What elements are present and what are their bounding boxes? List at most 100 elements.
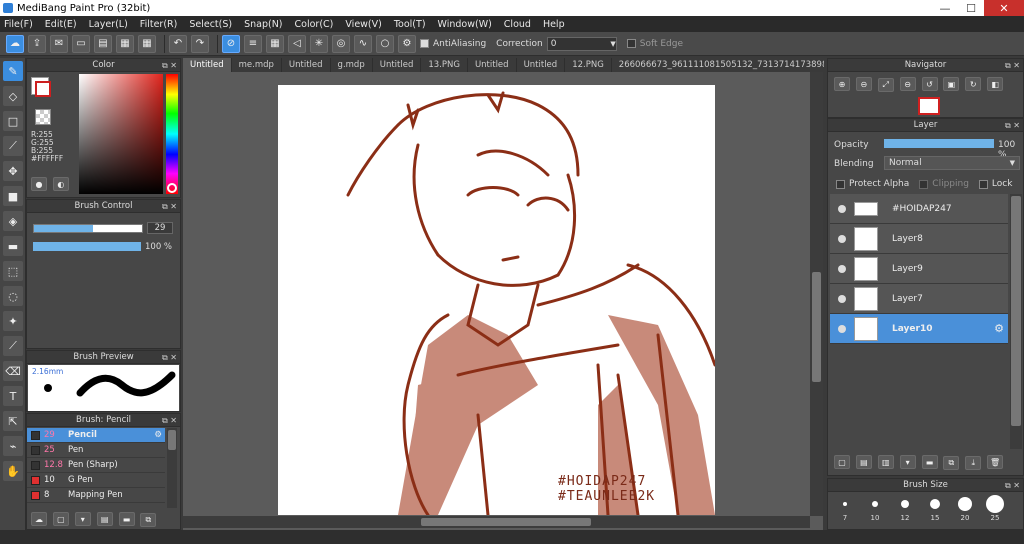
tab-g-mdp[interactable]: g.mdp — [331, 58, 373, 72]
fill-tool-icon[interactable]: ◈ — [3, 211, 23, 231]
snap-settings-icon[interactable]: ⚙ — [398, 34, 416, 53]
lock-checkbox[interactable] — [978, 179, 988, 189]
tab-12-png[interactable]: 12.PNG — [565, 58, 612, 72]
snap-crosshatch-icon[interactable]: ▦ — [266, 34, 284, 53]
rotate-left-icon[interactable]: ↺ — [921, 77, 938, 91]
transparent-color-swatch[interactable] — [35, 109, 51, 125]
layer-item-layer8[interactable]: Layer8 — [830, 224, 1008, 254]
menu-tool[interactable]: Tool(T) — [394, 19, 426, 30]
navigator-thumbnail[interactable] — [918, 97, 940, 115]
brush-tool-icon[interactable]: ✎ — [3, 61, 23, 81]
share-icon[interactable]: ⇪ — [28, 34, 46, 53]
minimize-button[interactable]: — — [932, 0, 958, 16]
layer-opacity-slider[interactable] — [884, 139, 994, 148]
document-icon[interactable]: ▤ — [94, 34, 112, 53]
panel-controls-icon[interactable]: ⧉ ✕ — [162, 414, 177, 427]
panel-controls-icon[interactable]: ⧉ ✕ — [1005, 59, 1020, 72]
brush-size-preset-10[interactable]: 10 — [860, 494, 890, 522]
redo-icon[interactable]: ↷ — [191, 34, 209, 53]
gradient-tool-icon[interactable]: ▬ — [3, 236, 23, 256]
layer-list-scrollbar[interactable] — [1010, 194, 1022, 449]
tab-jpg-file[interactable]: 266066673_961111081505132_73137141738987… — [612, 58, 824, 72]
menu-layer[interactable]: Layer(L) — [89, 19, 128, 30]
color-palette-icon[interactable]: ● — [31, 177, 47, 191]
tab-untitled-5[interactable]: Untitled — [517, 58, 566, 72]
tab-13-png[interactable]: 13.PNG — [421, 58, 468, 72]
eye-icon[interactable] — [838, 264, 846, 273]
softedge-checkbox[interactable] — [626, 39, 636, 48]
zoom-in-icon[interactable]: ⊕ — [834, 77, 850, 91]
snap-curve-icon[interactable]: ∿ — [354, 34, 372, 53]
select-tool-icon[interactable]: ⬚ — [3, 261, 23, 281]
hue-handle[interactable] — [167, 183, 177, 193]
menu-view[interactable]: View(V) — [345, 19, 381, 30]
panel-controls-icon[interactable]: ⧉ ✕ — [162, 59, 177, 72]
menu-file[interactable]: File(F) — [4, 19, 33, 30]
canvas-vertical-scrollbar[interactable] — [810, 72, 823, 516]
blending-select[interactable]: Normal ▼ — [884, 156, 1020, 170]
rotate-right-icon[interactable]: ↻ — [965, 77, 982, 91]
cloud-icon[interactable]: ☁ — [6, 34, 24, 53]
duplicate-layer-icon[interactable]: ⧉ — [943, 455, 960, 470]
tab-untitled-1[interactable]: Untitled — [183, 58, 232, 72]
snap-off-icon[interactable]: ⊘ — [222, 34, 240, 53]
brush-menu-icon[interactable]: ▾ — [74, 512, 91, 526]
layer-item-layer9[interactable]: Layer9 — [830, 254, 1008, 284]
fit-icon[interactable]: ⤢ — [877, 77, 894, 92]
merge-layer-icon[interactable]: ⤓ — [965, 455, 982, 470]
eraser-tool-icon[interactable]: ◇ — [3, 86, 23, 106]
snap-perspective-icon[interactable]: ◁ — [288, 34, 306, 53]
panel-controls-icon[interactable]: ⧉ ✕ — [162, 200, 177, 213]
brush-size-preset-7[interactable]: 7 — [830, 494, 860, 522]
layer-item-layer10[interactable]: Layer10 ⚙ — [830, 314, 1008, 344]
artboard[interactable]: #HOIDAP247 #TEAUNLEE2K — [278, 85, 715, 515]
layer-folder-icon[interactable]: ▬ — [921, 455, 938, 469]
gear-icon[interactable]: ⚙ — [994, 322, 1004, 335]
rotate-reset-icon[interactable]: ▣ — [943, 77, 960, 91]
brush-cloud-icon[interactable]: ☁ — [31, 512, 47, 526]
correction-select[interactable]: 0 ▼ — [546, 36, 617, 51]
menu-select[interactable]: Select(S) — [189, 19, 232, 30]
hue-slider[interactable] — [166, 74, 178, 194]
tab-untitled-4[interactable]: Untitled — [468, 58, 517, 72]
magic-wand-tool-icon[interactable]: ✦ — [3, 311, 23, 331]
brush-size-preset-25[interactable]: 25 — [980, 494, 1010, 522]
close-button[interactable]: ✕ — [984, 0, 1024, 16]
brush-size-preset-12[interactable]: 12 — [890, 494, 920, 522]
brush-folder-icon[interactable]: ▬ — [118, 512, 135, 526]
add-layer-menu-icon[interactable]: ▾ — [899, 455, 916, 469]
chat-icon[interactable]: ▭ — [72, 34, 90, 53]
brush-item-pencil[interactable]: 29 Pencil ⚙ — [27, 428, 165, 443]
brush-item-pen-sharp[interactable]: 12.8 Pen (Sharp) — [27, 458, 165, 473]
brush-size-slider[interactable] — [33, 224, 143, 233]
menu-snap[interactable]: Snap(N) — [244, 19, 282, 30]
layer-item-layer7[interactable]: Layer7 — [830, 284, 1008, 314]
eye-icon[interactable] — [838, 234, 846, 243]
text-tool-icon[interactable]: T — [3, 386, 23, 406]
comment-icon[interactable]: ✉ — [50, 34, 68, 53]
brush-duplicate-icon[interactable]: ⧉ — [140, 512, 157, 527]
eye-icon[interactable] — [838, 294, 846, 303]
undo-icon[interactable]: ↶ — [169, 34, 187, 53]
lasso-tool-icon[interactable]: ◌ — [3, 286, 23, 306]
zoom-minus-icon[interactable]: ⊖ — [899, 77, 916, 91]
new-layer-icon[interactable]: ▢ — [834, 455, 850, 469]
menu-help[interactable]: Help — [543, 19, 565, 30]
save-icon[interactable]: ▦ — [116, 34, 134, 53]
panel-controls-icon[interactable]: ⧉ ✕ — [162, 351, 177, 364]
brush-size-value[interactable]: 29 — [147, 222, 173, 234]
dot-tool-icon[interactable]: □ — [3, 111, 23, 131]
protect-alpha-checkbox[interactable] — [836, 179, 845, 189]
add-brush-icon[interactable]: ▢ — [52, 512, 69, 526]
menu-window[interactable]: Window(W) — [438, 19, 492, 30]
move-tool-icon[interactable]: ✥ — [3, 161, 23, 181]
menu-edit[interactable]: Edit(E) — [45, 19, 77, 30]
saturation-value-picker[interactable] — [79, 74, 163, 194]
brush-item-g-pen[interactable]: 10 G Pen — [27, 473, 165, 488]
snap-parallel-icon[interactable]: ≡ — [244, 34, 262, 53]
tab-untitled-2[interactable]: Untitled — [282, 58, 331, 72]
brush-item-pen[interactable]: 25 Pen — [27, 443, 165, 458]
antialiasing-checkbox[interactable] — [420, 39, 429, 48]
shape-tool-icon[interactable]: ■ — [3, 186, 23, 206]
panel-controls-icon[interactable]: ⧉ ✕ — [1005, 119, 1020, 132]
